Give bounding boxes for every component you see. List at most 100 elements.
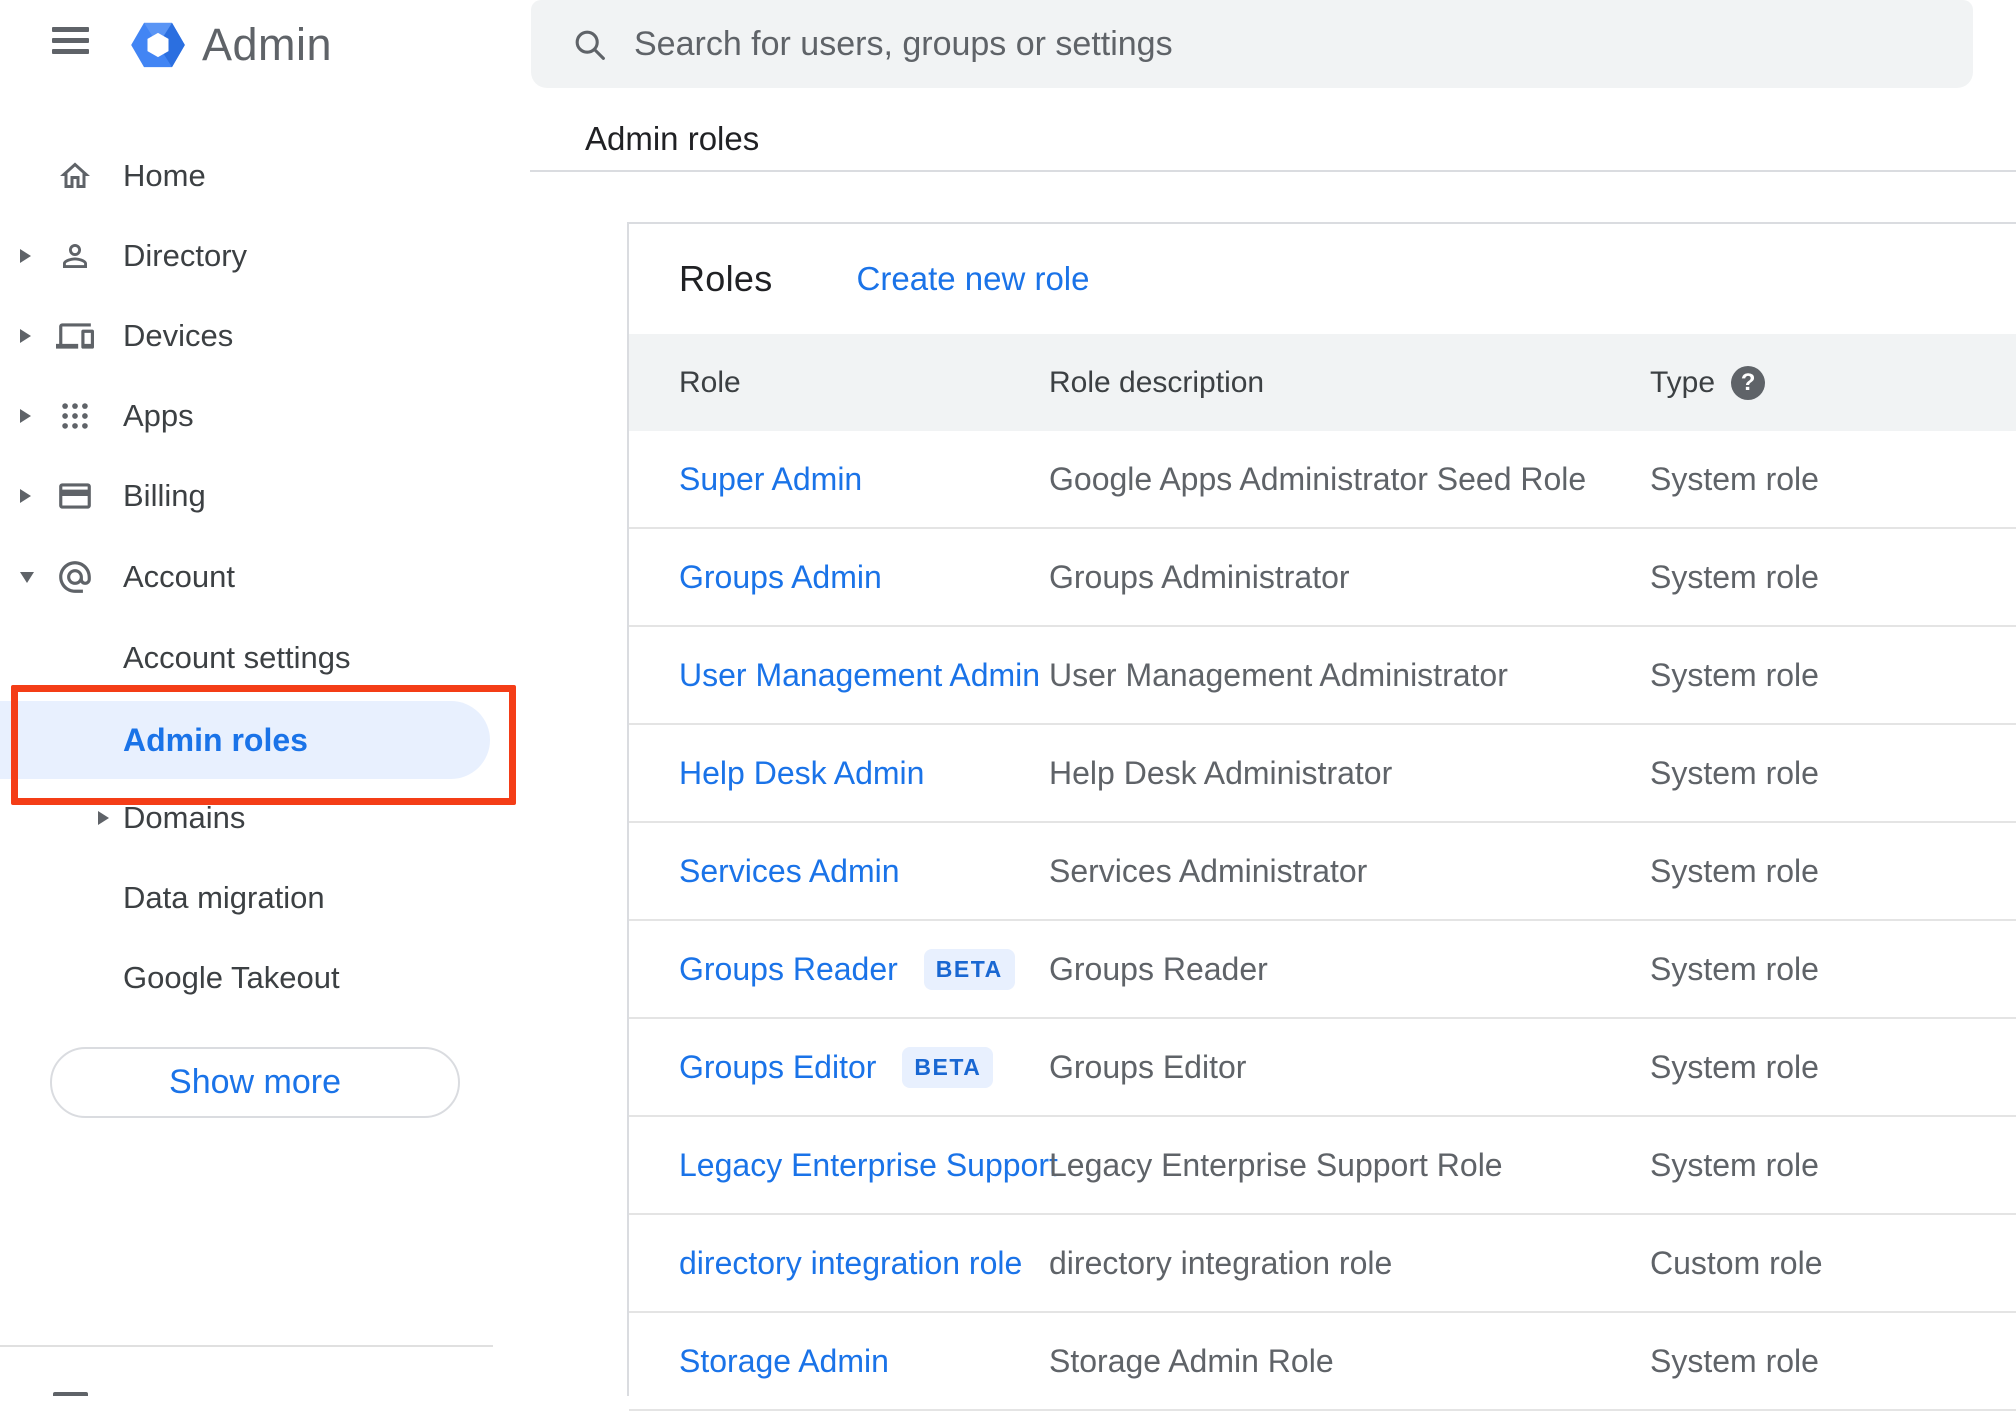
sidebar-item-label: Home [123,158,206,193]
role-link[interactable]: Legacy Enterprise Support [679,1147,1058,1184]
role-type: System role [1650,558,1819,595]
role-description: Help Desk Administrator [1049,754,1393,791]
sidebar-item-apps[interactable]: Apps [0,376,530,456]
sidebar-item-devices[interactable]: Devices [0,296,530,376]
sidebar-item-home[interactable]: Home [0,136,530,216]
sidebar-item-account[interactable]: Account [0,537,530,617]
role-cell: Groups Editor BETA [679,1046,1049,1088]
app-logo: Admin [130,16,332,74]
role-type: System role [1650,1146,1819,1183]
role-cell: Legacy Enterprise Support [679,1147,1058,1184]
table-row: Groups Editor BETA Groups Editor System … [629,1019,2016,1117]
role-type: System role [1650,950,1819,987]
table-row: Super Admin Google Apps Administrator Se… [629,431,2016,529]
role-type: System role [1650,1342,1819,1379]
role-link[interactable]: User Management Admin [679,657,1040,694]
credit-card-icon [56,477,94,515]
role-cell: User Management Admin [679,657,1049,694]
sidebar-item-label: Billing [123,478,206,513]
collapse-arrow-icon[interactable] [20,571,34,583]
table-row: directory integration role directory int… [629,1215,2016,1313]
role-link[interactable]: Groups Editor [679,1049,876,1086]
search-input[interactable] [634,24,1834,64]
table-header-row: Role Role description Type ? [629,334,2016,431]
sidebar-item-billing[interactable]: Billing [0,456,530,536]
sidebar-item-directory[interactable]: Directory [0,216,530,296]
role-description: User Management Administrator [1049,656,1508,693]
role-cell: Groups Admin [679,559,1049,596]
roles-table-body: Super Admin Google Apps Administrator Se… [629,431,2016,1411]
column-header-description: Role description [1049,365,1265,399]
expand-arrow-icon[interactable] [20,489,31,503]
column-header-type: Type ? [1650,365,2016,400]
sidebar-item-label: Data migration [123,880,325,915]
beta-badge: BETA [923,948,1015,990]
sidebar-item-label: Apps [123,398,194,433]
expand-arrow-icon[interactable] [98,811,109,825]
role-cell: directory integration role [679,1245,1049,1282]
help-icon[interactable]: ? [1731,365,1766,400]
expand-arrow-icon[interactable] [20,329,31,343]
breadcrumb: Admin roles [585,120,760,157]
sidebar-item-data-migration[interactable]: Data migration [0,858,530,938]
sidebar-item-google-takeout[interactable]: Google Takeout [0,938,530,1018]
role-link[interactable]: Groups Admin [679,559,882,596]
role-description: directory integration role [1049,1244,1393,1281]
sidebar-item-label: Google Takeout [123,960,340,995]
sidebar-item-label: Domains [123,800,246,835]
menu-icon[interactable] [52,27,89,54]
role-type: System role [1650,656,1819,693]
card-titlebar: Roles Create new role [629,224,2016,334]
role-link[interactable]: Storage Admin [679,1343,889,1380]
role-link[interactable]: directory integration role [679,1245,1022,1282]
role-type: System role [1650,460,1819,497]
column-header-role: Role [679,365,741,399]
table-row: Groups Reader BETA Groups Reader System … [629,921,2016,1019]
admin-hexagon-logo-icon [131,22,185,68]
beta-badge: BETA [902,1046,994,1088]
role-description: Groups Administrator [1049,558,1350,595]
role-link[interactable]: Groups Reader [679,951,898,988]
role-cell: Storage Admin [679,1343,1049,1380]
column-header-type-label: Type [1650,365,1716,399]
role-description: Services Administrator [1049,852,1368,889]
create-new-role-link[interactable]: Create new role [857,260,1090,298]
role-link[interactable]: Help Desk Admin [679,755,924,792]
role-cell: Services Admin [679,853,1049,890]
expand-arrow-icon[interactable] [20,409,31,423]
table-row: Storage Admin Storage Admin Role System … [629,1313,2016,1411]
person-icon [56,237,94,275]
content-divider [530,170,2016,172]
table-row: User Management Admin User Management Ad… [629,627,2016,725]
role-type: Custom role [1650,1244,1823,1281]
apps-grid-icon [56,397,94,435]
role-type: System role [1650,754,1819,791]
role-link[interactable]: Super Admin [679,461,862,498]
role-cell: Help Desk Admin [679,755,1049,792]
sidebar-item-label: Account settings [123,640,351,675]
sidebar-item-admin-roles[interactable]: Admin roles [123,722,308,759]
sidebar-bottom-divider [0,1345,493,1347]
app-title: Admin [202,19,333,70]
show-more-button[interactable]: Show more [50,1047,460,1118]
role-type: System role [1650,852,1819,889]
role-cell: Groups Reader BETA [679,948,1049,990]
card-title: Roles [679,258,773,299]
sidebar-item-domains[interactable]: Domains [0,778,530,858]
expand-arrow-icon[interactable] [20,249,31,263]
role-link[interactable]: Services Admin [679,853,900,890]
at-sign-icon [56,558,94,596]
table-row: Help Desk Admin Help Desk Administrator … [629,725,2016,823]
role-description: Legacy Enterprise Support Role [1049,1146,1503,1183]
role-cell: Super Admin [679,461,1049,498]
home-icon [56,157,94,195]
sidebar-item-label: Account [123,559,236,594]
role-description: Google Apps Administrator Seed Role [1049,460,1587,497]
table-row: Services Admin Services Administrator Sy… [629,823,2016,921]
sidebar-item-label: Devices [123,318,234,353]
search-bar[interactable] [531,0,1973,88]
sidebar-item-account-settings[interactable]: Account settings [0,618,530,698]
role-description: Storage Admin Role [1049,1342,1334,1379]
search-icon [571,26,608,63]
role-description: Groups Editor [1049,1048,1247,1085]
